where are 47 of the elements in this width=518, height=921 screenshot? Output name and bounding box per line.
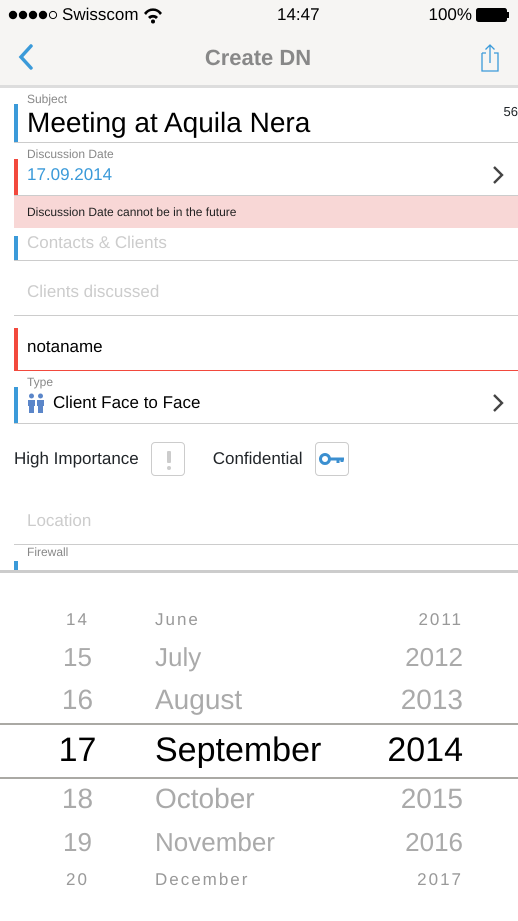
chevron-icon[interactable] bbox=[492, 393, 504, 413]
picker-day[interactable]: 14 bbox=[66, 611, 89, 628]
picker-month[interactable]: September bbox=[155, 733, 322, 767]
subject-input[interactable]: Meeting at Aquila Nera bbox=[27, 106, 504, 140]
people-icon bbox=[27, 393, 45, 413]
picker-day[interactable]: 16 bbox=[62, 686, 94, 714]
field-value: Client Face to Face bbox=[53, 392, 200, 414]
field-label: Type bbox=[27, 375, 54, 389]
picker-year[interactable]: 2013 bbox=[400, 686, 463, 714]
picker-day[interactable]: 19 bbox=[63, 828, 92, 854]
picker-year[interactable]: 2016 bbox=[405, 828, 463, 854]
error-message: Discussion Date cannot be in the future bbox=[14, 196, 518, 228]
wifi-icon bbox=[142, 6, 163, 24]
character-count: 56 bbox=[504, 103, 518, 121]
chevron-icon[interactable] bbox=[492, 165, 504, 185]
picker-year[interactable]: 2011 bbox=[418, 611, 463, 628]
picker-month[interactable]: November bbox=[155, 828, 275, 854]
share-icon[interactable] bbox=[480, 43, 500, 72]
picker-month[interactable]: July bbox=[155, 644, 202, 670]
picker-month[interactable]: June bbox=[155, 611, 200, 628]
picker-month[interactable]: August bbox=[155, 686, 242, 714]
picker-year[interactable]: 2015 bbox=[400, 785, 463, 813]
picker-day[interactable]: 15 bbox=[63, 644, 92, 670]
field-label: Subject bbox=[27, 92, 68, 106]
picker-day[interactable]: 18 bbox=[62, 785, 94, 813]
picker-year[interactable]: 2014 bbox=[387, 733, 463, 767]
field-label: Firewall bbox=[27, 545, 70, 559]
signal-icon bbox=[8, 9, 58, 21]
field-value: 17.09.2014 bbox=[27, 164, 112, 186]
picker-year[interactable]: 2017 bbox=[417, 871, 463, 888]
battery-icon bbox=[476, 8, 510, 22]
key-toggle[interactable] bbox=[314, 442, 349, 476]
toggle-label: Confidential bbox=[212, 448, 303, 470]
picker-month[interactable]: October bbox=[155, 785, 255, 813]
screen-title: Create DN bbox=[204, 44, 312, 72]
clock-time: 14:47 bbox=[276, 5, 320, 24]
carrier-name: Swisscom bbox=[62, 4, 139, 26]
back-icon[interactable] bbox=[18, 44, 36, 71]
picker-year[interactable]: 2012 bbox=[405, 644, 463, 670]
picker-day[interactable]: 20 bbox=[66, 871, 89, 888]
picker-day[interactable]: 17 bbox=[58, 733, 96, 767]
key-icon[interactable] bbox=[316, 450, 347, 468]
toggle-label: High Importance bbox=[14, 448, 139, 470]
text-input[interactable]: notaname bbox=[27, 334, 504, 360]
picker-month[interactable]: December bbox=[155, 871, 250, 888]
field-label: Discussion Date bbox=[27, 147, 115, 161]
battery-percent: 100% bbox=[428, 4, 472, 26]
